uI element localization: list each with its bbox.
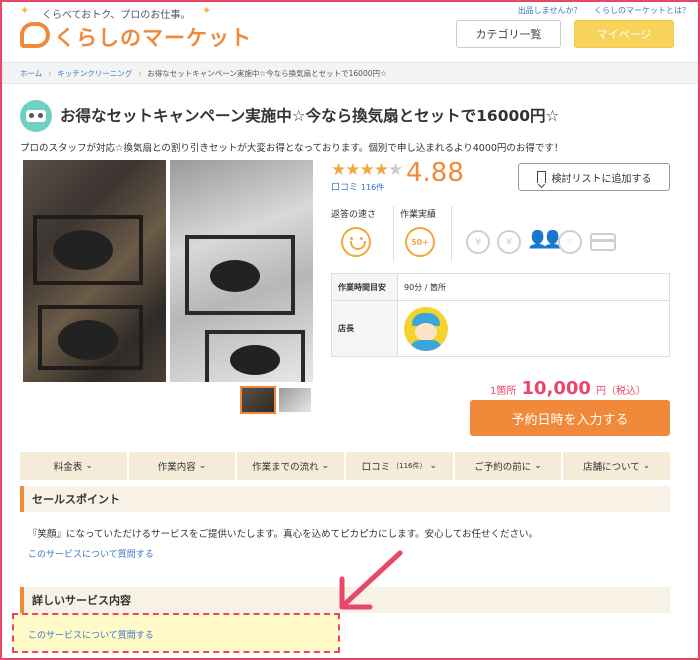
service-info-table: 作業時間目安 90分 / 箇所 店長	[331, 273, 670, 357]
table-cell: 90分 / 箇所	[397, 273, 670, 301]
smile-icon	[341, 227, 371, 257]
question-link[interactable]: このサービスについて質問する	[28, 547, 154, 560]
tab-reviews[interactable]: 口コミ （116件） ⌄	[346, 452, 453, 480]
tab-before-booking[interactable]: ご予約の前に ⌄	[454, 452, 562, 480]
category-button[interactable]: カテゴリ一覧	[456, 20, 561, 48]
grate	[185, 235, 295, 315]
breadcrumb-current: お得なセットキャンペーン実施中☆今なら換気扇とセットで16000円☆	[147, 68, 387, 78]
photo-thumbnail[interactable]	[279, 388, 311, 412]
bookmark-icon	[536, 171, 546, 183]
star-icon: ★	[331, 160, 346, 180]
question-link-highlighted[interactable]: このサービスについて質問する	[28, 628, 154, 641]
tab-label: 店舗について	[583, 462, 640, 473]
tab-price-list[interactable]: 料金表 ⌄	[20, 452, 127, 480]
sparkle-icon: ✦	[20, 4, 30, 17]
avatar[interactable]	[404, 306, 448, 351]
site-header: ✦ くらべておトク、プロのお仕事。 ✦ くらしのマーケット 出品しませんか？ く…	[2, 2, 698, 62]
tab-label: ご予約の前に	[474, 462, 532, 473]
price-prefix: 1箇所	[490, 386, 517, 397]
wishlist-button-label: 検討リストに追加する	[551, 173, 652, 185]
divider	[393, 206, 394, 261]
page-title: お得なセットキャンペーン実施中☆今なら換気扇とセットで16000円☆	[60, 107, 560, 125]
star-icon: ★	[373, 160, 389, 180]
chevron-down-icon: ⌄	[321, 461, 330, 471]
top-links: 出品しませんか？ くらしのマーケットとは？	[508, 5, 690, 16]
logo-tagline: くらべておトク、プロのお仕事。	[42, 10, 191, 21]
top-link-sell[interactable]: 出品しませんか？	[518, 6, 582, 15]
yen-icon: ¥	[497, 230, 521, 254]
chevron-down-icon: ⌄	[85, 461, 93, 471]
tab-label: 口コミ	[361, 462, 391, 473]
grate	[33, 215, 143, 285]
divider	[451, 206, 452, 261]
tab-work-content[interactable]: 作業内容 ⌄	[128, 452, 236, 480]
add-to-wishlist-button[interactable]: 検討リストに追加する	[518, 163, 670, 191]
breadcrumb-home[interactable]: ホーム	[20, 68, 42, 79]
reply-speed-label: 返答の速さ	[331, 210, 377, 220]
service-subtitle: プロのスタッフが対応☆換気扇との割り引きセットが大変お得となっております。個別で…	[20, 143, 564, 154]
chevron-down-icon: ⌄	[198, 461, 207, 471]
breadcrumb-category[interactable]: キッチンクリーニング	[57, 68, 132, 79]
tab-store-info[interactable]: 店舗について ⌄	[563, 452, 671, 480]
star-icon: ★	[388, 160, 403, 180]
yen-icon: ¥	[466, 230, 490, 254]
sales-point-text: 『笑顔』になっていただけるサービスをご提供いたします。真心を込めてピカピカにしま…	[28, 529, 539, 540]
price: 1箇所 10,000 円（税込）	[490, 378, 646, 399]
top-link-about[interactable]: くらしのマーケットとは？	[594, 6, 690, 15]
breadcrumb-separator: ›	[48, 68, 52, 78]
logo-mark-icon[interactable]	[20, 22, 50, 48]
review-count: 116件	[360, 183, 385, 192]
table-row: 作業時間目安 90分 / 箇所	[331, 273, 670, 301]
tab-work-flow[interactable]: 作業までの流れ ⌄	[237, 452, 345, 480]
sales-point-heading: セールスポイント	[20, 486, 670, 512]
rating-stars: ★★★★★	[331, 160, 403, 180]
section-tabs: 料金表 ⌄ 作業内容 ⌄ 作業までの流れ ⌄ 口コミ （116件） ⌄ ご予約の前に ⌄ 店…	[20, 452, 671, 480]
chevron-down-icon: ⌄	[642, 461, 651, 471]
rating-score: 4.88	[406, 158, 464, 188]
table-cell	[397, 300, 670, 357]
works-label: 作業実績	[400, 210, 437, 220]
tab-label: 作業までの流れ	[252, 462, 319, 473]
sparkle-icon: ✦	[202, 4, 212, 17]
reserve-button[interactable]: 予約日時を入力する	[470, 400, 670, 436]
people-icon: 👤👤	[527, 230, 563, 250]
star-icon: ★	[345, 160, 360, 180]
table-header-cell: 店長	[331, 300, 398, 357]
tab-count: （116件）	[392, 462, 427, 470]
works-badge-icon: 50+	[405, 227, 435, 257]
review-label: 口コミ	[331, 183, 359, 193]
tab-label: 料金表	[53, 462, 83, 473]
chevron-down-icon: ⌄	[534, 461, 542, 471]
chevron-down-icon: ⌄	[429, 461, 438, 471]
breadcrumb-separator: ›	[138, 68, 142, 78]
star-icon: ★	[359, 160, 375, 180]
review-link[interactable]: 口コミ 116件	[331, 180, 384, 193]
tab-label: 作業内容	[157, 462, 196, 473]
price-value: 10,000	[521, 378, 591, 399]
before-photo[interactable]	[23, 160, 166, 382]
breadcrumb: ホーム › キッチンクリーニング › お得なセットキャンペーン実施中☆今なら換気…	[2, 62, 698, 84]
table-header-cell: 作業時間目安	[331, 273, 398, 301]
price-suffix: 円（税込）	[596, 386, 647, 397]
card-icon	[590, 233, 616, 251]
after-photo[interactable]	[170, 160, 313, 382]
grate	[205, 330, 305, 382]
pointer-icon: ☞	[558, 230, 582, 254]
table-row: 店長	[331, 300, 670, 357]
mypage-button[interactable]: マイページ	[574, 20, 674, 48]
logo-text[interactable]: くらしのマーケット	[54, 22, 252, 52]
arrow-icon	[339, 550, 403, 610]
grate	[38, 305, 143, 370]
category-icon	[20, 100, 52, 132]
photo-thumbnail[interactable]	[240, 386, 276, 414]
